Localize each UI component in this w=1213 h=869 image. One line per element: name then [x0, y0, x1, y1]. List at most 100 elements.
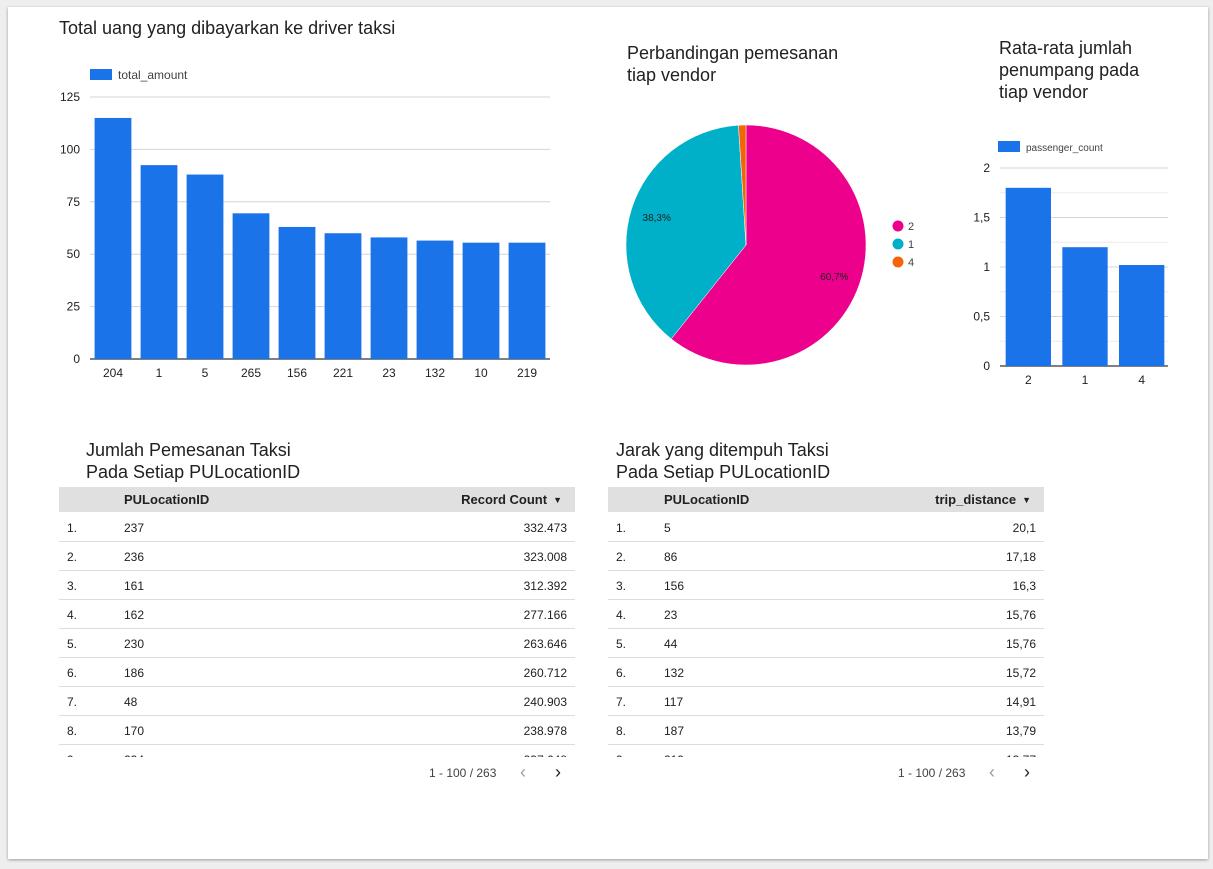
- table-row[interactable]: 6. 186 260.712: [59, 658, 575, 687]
- report-canvas: Total uang yang dibayarkan ke driver tak…: [8, 7, 1208, 859]
- pulocationid-cell: 132: [664, 666, 685, 680]
- x-tick-label: 219: [517, 366, 537, 380]
- pulocationid-cell: 170: [124, 724, 145, 738]
- value-cell: 260.712: [523, 666, 567, 680]
- pulocationid-cell: 234: [124, 753, 144, 757]
- table-row[interactable]: 2. 86 17,18: [608, 542, 1044, 571]
- table-header: PULocationID trip_distance ▼: [608, 487, 1044, 512]
- value-cell: 16,3: [1012, 579, 1036, 593]
- column-header-trip-distance[interactable]: trip_distance ▼: [935, 492, 1031, 507]
- bar-chart-title: Total uang yang dibayarkan ke driver tak…: [59, 18, 396, 38]
- x-tick-label: 23: [382, 366, 396, 380]
- chevron-left-icon[interactable]: ‹: [989, 762, 995, 783]
- table-row[interactable]: 7. 48 240.903: [59, 687, 575, 716]
- value-cell: 15,72: [1005, 666, 1036, 680]
- pulocationid-cell: 162: [124, 608, 145, 622]
- pulocationid-cell: 156: [664, 579, 685, 593]
- passenger-count-bar-chart: passenger_count 0 0,5 1 1,5 2 2 1 4: [973, 141, 1168, 387]
- sort-desc-icon: ▼: [1022, 495, 1031, 505]
- x-tick-label: 221: [333, 366, 353, 380]
- row-number: 6.: [616, 666, 627, 680]
- value-cell: 263.646: [523, 637, 567, 651]
- table-row[interactable]: 6. 132 15,72: [608, 658, 1044, 687]
- trip-distance-table: PULocationID trip_distance ▼ 1. 5 20,1 2. 86 1…: [608, 487, 1044, 787]
- column-header-pulocationid[interactable]: PULocationID: [664, 492, 749, 507]
- bar: [462, 242, 500, 359]
- y-tick-label: 0: [73, 352, 80, 366]
- pulocationid-cell: 86: [664, 550, 678, 564]
- column-header-pulocationid[interactable]: PULocationID: [124, 492, 209, 507]
- table-row[interactable]: 9. 234 237.648: [59, 745, 575, 757]
- value-cell: 332.473: [523, 521, 567, 535]
- x-tick-label: 1: [1082, 373, 1089, 387]
- pie-data-label: 60,7%: [820, 272, 848, 283]
- value-cell: 15,76: [1005, 637, 1036, 651]
- y-tick-label: 0,5: [973, 310, 990, 324]
- value-cell: 277.166: [523, 608, 567, 622]
- row-number: 8.: [67, 724, 78, 738]
- pulocationid-cell: 161: [124, 579, 145, 593]
- row-number: 5.: [67, 637, 78, 651]
- row-number: 2.: [67, 550, 78, 564]
- y-tick-label: 0: [983, 359, 990, 373]
- pulocationid-cell: 237: [124, 521, 145, 535]
- legend-label: 1: [908, 239, 914, 251]
- table-header: PULocationID Record Count ▼: [59, 487, 575, 512]
- table-row[interactable]: 3. 161 312.392: [59, 571, 575, 600]
- x-tick-label: 132: [425, 366, 445, 380]
- bar: [1005, 187, 1051, 366]
- row-number: 9.: [67, 753, 77, 757]
- row-number: 7.: [616, 695, 627, 709]
- table-row[interactable]: 5. 44 15,76: [608, 629, 1044, 658]
- pulocationid-cell: 186: [124, 666, 145, 680]
- pagination-range: 1 - 100 / 263: [898, 766, 966, 780]
- y-tick-label: 75: [67, 195, 81, 209]
- bar: [278, 226, 316, 359]
- bar: [94, 117, 132, 360]
- y-tick-label: 100: [60, 142, 80, 156]
- chevron-right-icon[interactable]: ›: [555, 762, 561, 783]
- value-cell: 323.008: [523, 550, 567, 564]
- table2-pagination: 1 - 100 / 263 ‹ ›: [898, 762, 1044, 782]
- bar: [140, 165, 178, 359]
- table-row[interactable]: 8. 170 238.978: [59, 716, 575, 745]
- pulocationid-cell: 5: [664, 521, 671, 535]
- value-cell: 17,18: [1005, 550, 1036, 564]
- sort-desc-icon: ▼: [553, 495, 562, 505]
- table-row[interactable]: 7. 117 14,91: [608, 687, 1044, 716]
- pulocationid-cell: 187: [664, 724, 685, 738]
- x-tick-label: 204: [103, 366, 123, 380]
- table-row[interactable]: 2. 236 323.008: [59, 542, 575, 571]
- table1-pagination: 1 - 100 / 263 ‹ ›: [429, 762, 575, 782]
- table-row[interactable]: 9. 219 13,77: [608, 745, 1044, 757]
- table-row[interactable]: 5. 230 263.646: [59, 629, 575, 658]
- table-row[interactable]: 1. 5 20,1: [608, 513, 1044, 542]
- row-number: 3.: [67, 579, 78, 593]
- table-row[interactable]: 4. 162 277.166: [59, 600, 575, 629]
- legend-swatch: [90, 69, 112, 80]
- bar: [232, 213, 270, 359]
- legend-label: total_amount: [118, 68, 188, 82]
- table-row[interactable]: 3. 156 16,3: [608, 571, 1044, 600]
- x-tick-label: 1: [156, 366, 163, 380]
- row-number: 9.: [616, 753, 626, 757]
- pulocationid-cell: 117: [664, 695, 684, 709]
- row-number: 1.: [67, 521, 78, 535]
- y-tick-label: 1,5: [973, 211, 990, 225]
- value-cell: 240.903: [523, 695, 567, 709]
- chevron-right-icon[interactable]: ›: [1024, 762, 1030, 783]
- table-row[interactable]: 1. 237 332.473: [59, 513, 575, 542]
- table-row[interactable]: 8. 187 13,79: [608, 716, 1044, 745]
- row-number: 2.: [616, 550, 627, 564]
- bar: [370, 237, 408, 359]
- total-amount-bar-chart: total_amount 0 25 50 75 100 125 204 1 5 265 156 221 2…: [60, 68, 550, 380]
- column-header-record-count[interactable]: Record Count ▼: [461, 492, 562, 507]
- y-tick-label: 125: [60, 90, 80, 104]
- pulocationid-cell: 23: [664, 608, 678, 622]
- value-cell: 20,1: [1012, 521, 1036, 535]
- table-row[interactable]: 4. 23 15,76: [608, 600, 1044, 629]
- passenger-chart-title: Rata-rata jumlah penumpang pada tiap ven…: [999, 38, 1140, 102]
- chevron-left-icon[interactable]: ‹: [520, 762, 526, 783]
- bar: [416, 240, 454, 359]
- x-tick-label: 5: [202, 366, 209, 380]
